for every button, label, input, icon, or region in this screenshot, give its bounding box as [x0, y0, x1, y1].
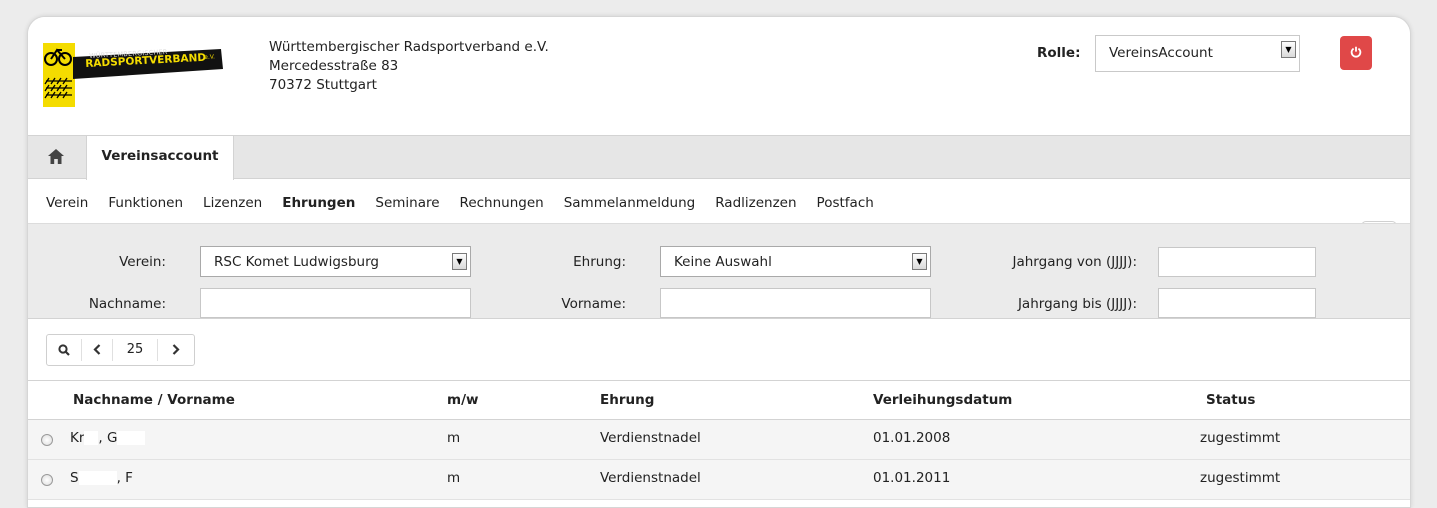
- chevron-left-icon: [93, 344, 101, 355]
- column-header-name[interactable]: Nachname / Vorname: [73, 392, 235, 408]
- logout-button[interactable]: [1340, 36, 1372, 70]
- org-name: Württembergischer Radsportverband e.V.: [269, 39, 549, 55]
- ehrung-select[interactable]: Keine Auswahl ▼: [660, 246, 931, 277]
- subnav-item-ehrungen[interactable]: Ehrungen: [282, 195, 355, 211]
- pager-toolbar: 25: [46, 334, 195, 366]
- cell-mw: m: [447, 470, 461, 486]
- vorname-input[interactable]: [660, 288, 931, 318]
- chevron-right-icon: [172, 344, 180, 355]
- vorname-label: Vorname:: [561, 296, 626, 312]
- table-row[interactable]: S , F m Verdienstnadel 01.01.2011 zugesti…: [28, 460, 1410, 500]
- nachname-label: Nachname:: [88, 296, 166, 312]
- redaction: [78, 471, 117, 485]
- cell-ehrung: Verdienstnadel: [600, 430, 701, 446]
- subnav-item-seminare[interactable]: Seminare: [375, 195, 439, 211]
- cell-datum: 01.01.2008: [873, 430, 951, 446]
- cell-name: S , F: [70, 470, 133, 486]
- verein-select[interactable]: RSC Komet Ludwigsburg ▼: [200, 246, 471, 277]
- ehrung-select-value: Keine Auswahl: [674, 254, 772, 270]
- home-icon: [48, 149, 64, 164]
- prev-page-button[interactable]: [82, 335, 112, 365]
- tab-home[interactable]: [28, 136, 86, 179]
- cell-ehrung: Verdienstnadel: [600, 470, 701, 486]
- cell-mw: m: [447, 430, 461, 446]
- subnav-item-postfach[interactable]: Postfach: [817, 195, 874, 211]
- search-button[interactable]: [47, 335, 81, 365]
- role-select[interactable]: VereinsAccount ▼: [1095, 35, 1300, 72]
- name-start: Kr: [70, 430, 85, 446]
- cell-status: zugestimmt: [1200, 470, 1281, 486]
- cell-name: Kr , G: [70, 430, 146, 446]
- tab-bar: Vereinsaccount: [28, 135, 1410, 180]
- wrv-logo: WÜRTTEMBERGISCHER RADSPORTVERBAND e.V.: [43, 43, 223, 107]
- org-city: 70372 Stuttgart: [269, 77, 377, 93]
- cell-status: zugestimmt: [1200, 430, 1281, 446]
- name-rest: , F: [116, 470, 133, 486]
- cell-datum: 01.01.2011: [873, 470, 951, 486]
- redaction: [84, 431, 99, 445]
- chevron-down-icon[interactable]: ▼: [912, 253, 927, 270]
- search-icon: [58, 343, 70, 356]
- chevron-down-icon[interactable]: ▼: [1281, 41, 1296, 58]
- next-page-button[interactable]: [158, 335, 194, 365]
- chevron-down-icon[interactable]: ▼: [452, 253, 467, 270]
- subnav-item-lizenzen[interactable]: Lizenzen: [203, 195, 262, 211]
- subnav-item-funktionen[interactable]: Funktionen: [108, 195, 183, 211]
- table-row[interactable]: Kr , G m Verdienstnadel 01.01.2008 zugest…: [28, 420, 1410, 460]
- filter-panel: Verein: RSC Komet Ludwigsburg ▼ Ehrung: …: [28, 223, 1410, 319]
- column-header-datum[interactable]: Verleihungsdatum: [873, 392, 1012, 408]
- org-street: Mercedesstraße 83: [269, 58, 399, 74]
- redaction: [117, 431, 146, 445]
- sub-navigation: Verein Funktionen Lizenzen Ehrungen Seminare…: [46, 195, 894, 211]
- jahrgang-von-input[interactable]: [1158, 247, 1316, 277]
- verein-select-value: RSC Komet Ludwigsburg: [214, 254, 379, 270]
- subnav-item-rechnungen[interactable]: Rechnungen: [460, 195, 544, 211]
- name-start: S: [70, 470, 79, 486]
- nachname-input[interactable]: [200, 288, 471, 318]
- table-header: Nachname / Vorname m/w Ehrung Verleihung…: [28, 380, 1410, 420]
- subnav-item-verein[interactable]: Verein: [46, 195, 88, 211]
- app-window: WÜRTTEMBERGISCHER RADSPORTVERBAND e.V. W…: [27, 16, 1411, 508]
- column-header-status[interactable]: Status: [1206, 392, 1255, 408]
- role-label: Rolle:: [1037, 45, 1081, 61]
- page-header: WÜRTTEMBERGISCHER RADSPORTVERBAND e.V. W…: [28, 17, 1410, 135]
- column-header-ehrung[interactable]: Ehrung: [600, 392, 654, 408]
- page-size-value[interactable]: 25: [113, 335, 157, 365]
- jahrgang-bis-label: Jahrgang bis (JJJJ):: [1017, 296, 1137, 312]
- ehrung-label: Ehrung:: [573, 254, 626, 270]
- column-header-mw[interactable]: m/w: [447, 392, 478, 408]
- power-icon: [1350, 46, 1362, 58]
- jahrgang-von-label: Jahrgang von (JJJJ):: [1012, 254, 1138, 270]
- jahrgang-bis-input[interactable]: [1158, 288, 1316, 318]
- logo-text-suffix: e.V.: [204, 53, 216, 61]
- name-rest: , G: [98, 430, 118, 446]
- subnav-item-sammelanmeldung[interactable]: Sammelanmeldung: [564, 195, 696, 211]
- row-select-radio[interactable]: [41, 474, 53, 486]
- org-address: Württembergischer Radsportverband e.V. M…: [269, 38, 549, 95]
- role-select-value: VereinsAccount: [1109, 45, 1213, 61]
- tab-vereinsaccount[interactable]: Vereinsaccount: [86, 136, 234, 180]
- row-select-radio[interactable]: [41, 434, 53, 446]
- subnav-item-radlizenzen[interactable]: Radlizenzen: [715, 195, 796, 211]
- verein-label: Verein:: [119, 254, 166, 270]
